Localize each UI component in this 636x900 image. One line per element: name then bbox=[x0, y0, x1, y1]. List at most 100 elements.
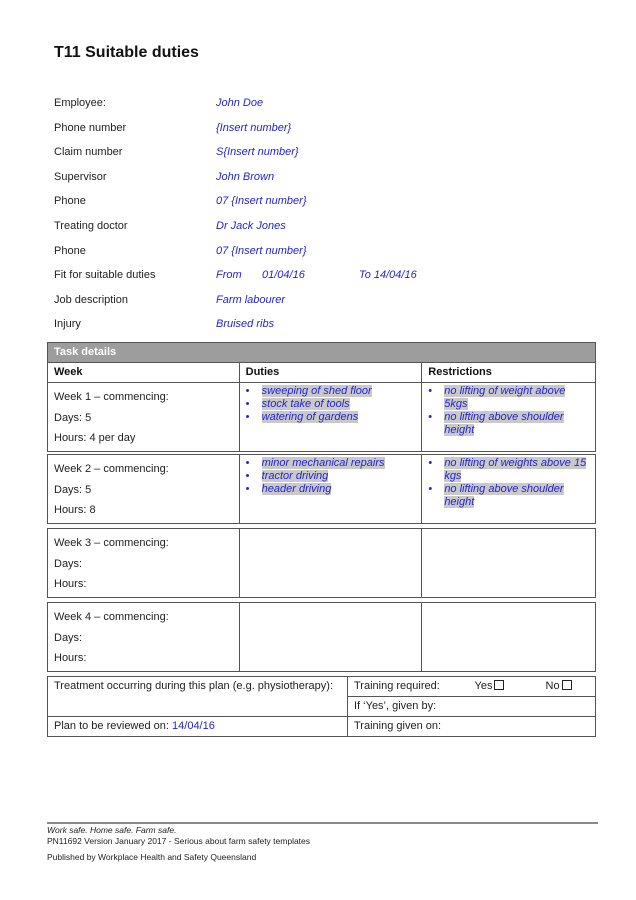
week-4-restrictions[interactable] bbox=[421, 602, 596, 672]
week-hours: Hours: bbox=[54, 578, 87, 590]
restriction-item: no lifting of weight above 5kgs bbox=[426, 385, 591, 411]
duty-item: stock take of tools bbox=[244, 398, 418, 411]
restriction-item-text: no lifting of weight above 5kgs bbox=[444, 385, 566, 410]
injury-label: Injury bbox=[54, 318, 81, 330]
info-fit-for-duties: Fit for suitable duties From 01/04/16 To… bbox=[54, 269, 594, 285]
week-commencing: Week 4 – commencing: bbox=[54, 611, 169, 623]
duty-item: header driving bbox=[244, 483, 418, 496]
fit-for-duties-label: Fit for suitable duties bbox=[54, 269, 156, 281]
info-job-description: Job description Farm labourer bbox=[54, 294, 594, 310]
week-1-cell[interactable]: Week 1 – commencing: Days: 5 Hours: 4 pe… bbox=[47, 382, 240, 452]
restriction-item: no lifting above shoulder height bbox=[426, 411, 591, 437]
duty-item-text: sweeping of shed floor bbox=[261, 385, 372, 397]
week-3-duties[interactable] bbox=[238, 528, 423, 598]
duty-item-text: minor mechanical repairs bbox=[261, 457, 385, 469]
column-header-week: Week bbox=[47, 362, 240, 383]
duty-item-text: header driving bbox=[261, 483, 332, 495]
column-header-row: Week Duties Restrictions bbox=[47, 362, 596, 383]
review-cell[interactable]: Plan to be reviewed on: 14/04/16 bbox=[47, 716, 348, 737]
no-option[interactable]: No bbox=[546, 680, 572, 692]
fit-to-date[interactable]: To 14/04/16 bbox=[359, 269, 417, 281]
restriction-item-text: no lifting of weights above 15 kgs bbox=[444, 457, 587, 482]
page-title: T11 Suitable duties bbox=[54, 44, 199, 61]
given-by-label: If ‘Yes’, given by: bbox=[354, 700, 437, 712]
footer-slogan: Work safe. Home safe. Farm safe. bbox=[47, 825, 177, 835]
yes-option[interactable]: Yes bbox=[475, 680, 505, 692]
info-claim-number: Claim number S{Insert number} bbox=[54, 146, 594, 162]
supervisor-phone-label: Phone bbox=[54, 195, 86, 207]
employee-label: Employee: bbox=[54, 97, 106, 109]
info-supervisor: Supervisor John Brown bbox=[54, 171, 594, 187]
duty-item: minor mechanical repairs bbox=[244, 457, 418, 470]
supervisor-value[interactable]: John Brown bbox=[216, 171, 274, 183]
info-injury: Injury Bruised ribs bbox=[54, 318, 594, 334]
week-2-duties[interactable]: minor mechanical repairstractor drivingh… bbox=[238, 454, 423, 524]
week-row: Week 3 – commencing: Days: Hours: bbox=[47, 528, 596, 598]
training-required-cell: Training required: Yes No bbox=[347, 676, 596, 697]
week-row: Week 1 – commencing: Days: 5 Hours: 4 pe… bbox=[47, 382, 596, 452]
info-doctor-phone: Phone 07 {Insert number} bbox=[54, 245, 594, 261]
supervisor-label: Supervisor bbox=[54, 171, 107, 183]
week-2-table: Week 2 – commencing: Days: 5 Hours: 8 mi… bbox=[47, 454, 596, 524]
week-2-restrictions[interactable]: no lifting of weights above 15 kgsno lif… bbox=[421, 454, 596, 524]
week-2-cell[interactable]: Week 2 – commencing: Days: 5 Hours: 8 bbox=[47, 454, 240, 524]
treatment-cell[interactable]: Treatment occurring during this plan (e.… bbox=[47, 676, 348, 717]
phone-number-value[interactable]: {Insert number} bbox=[216, 122, 291, 134]
yes-checkbox[interactable] bbox=[494, 680, 505, 690]
no-checkbox[interactable] bbox=[561, 680, 572, 690]
duty-item-text: watering of gardens bbox=[261, 411, 359, 423]
claim-number-label: Claim number bbox=[54, 146, 123, 158]
week-commencing: Week 3 – commencing: bbox=[54, 537, 169, 549]
job-description-value[interactable]: Farm labourer bbox=[216, 294, 285, 306]
treating-doctor-value[interactable]: Dr Jack Jones bbox=[216, 220, 286, 232]
injury-value[interactable]: Bruised ribs bbox=[216, 318, 274, 330]
job-description-label: Job description bbox=[54, 294, 128, 306]
week-3-cell[interactable]: Week 3 – commencing: Days: Hours: bbox=[47, 528, 240, 598]
phone-number-label: Phone number bbox=[54, 122, 127, 134]
training-given-on-label: Training given on: bbox=[354, 720, 442, 732]
review-label: Plan to be reviewed on: bbox=[54, 720, 173, 732]
week-days: Days: bbox=[54, 557, 83, 570]
review-date[interactable]: 14/04/16 bbox=[172, 720, 215, 732]
fit-from-label: From bbox=[216, 269, 242, 281]
week-4-cell[interactable]: Week 4 – commencing: Days: Hours: bbox=[47, 602, 240, 672]
restriction-item-list: no lifting of weights above 15 kgsno lif… bbox=[426, 457, 591, 509]
column-header-restrictions: Restrictions bbox=[421, 362, 596, 383]
week-1-duties[interactable]: sweeping of shed floorstock take of tool… bbox=[238, 382, 423, 452]
week-row: Week 2 – commencing: Days: 5 Hours: 8 mi… bbox=[47, 454, 596, 524]
week-hours: Hours: 4 per day bbox=[54, 432, 136, 444]
week-hours: Hours: bbox=[54, 652, 87, 664]
no-label: No bbox=[545, 680, 560, 692]
fit-from-date[interactable]: 01/04/16 bbox=[262, 269, 305, 281]
week-3-restrictions[interactable] bbox=[421, 528, 596, 598]
week-4-table: Week 4 – commencing: Days: Hours: bbox=[47, 602, 596, 672]
week-days: Days: bbox=[54, 631, 83, 644]
info-phone-number: Phone number {Insert number} bbox=[54, 122, 594, 138]
footer-divider bbox=[47, 822, 598, 824]
employee-value[interactable]: John Doe bbox=[216, 97, 263, 109]
training-given-on-cell[interactable]: Training given on: bbox=[347, 716, 596, 737]
supervisor-phone-value[interactable]: 07 {Insert number} bbox=[216, 195, 307, 207]
claim-number-value[interactable]: S{Insert number} bbox=[216, 146, 299, 158]
week-commencing: Week 1 – commencing: bbox=[54, 391, 169, 403]
treating-doctor-label: Treating doctor bbox=[54, 220, 128, 232]
restriction-item: no lifting above shoulder height bbox=[426, 483, 591, 509]
task-details-table: Task details Week Duties Restrictions We… bbox=[47, 342, 596, 452]
duty-item-text: tractor driving bbox=[261, 470, 329, 482]
treatment-label: Treatment occurring during this plan (e.… bbox=[54, 680, 334, 692]
week-days: Days: 5 bbox=[54, 411, 92, 424]
column-header-duties: Duties bbox=[238, 362, 423, 383]
treatment-training-table: Treatment occurring during this plan (e.… bbox=[47, 676, 596, 737]
duty-item: watering of gardens bbox=[244, 411, 418, 424]
doctor-phone-value[interactable]: 07 {Insert number} bbox=[216, 245, 307, 257]
week-hours: Hours: 8 bbox=[54, 504, 96, 516]
week-1-restrictions[interactable]: no lifting of weight above 5kgsno liftin… bbox=[421, 382, 596, 452]
week-4-duties[interactable] bbox=[238, 602, 423, 672]
week-commencing: Week 2 – commencing: bbox=[54, 463, 169, 475]
doctor-phone-label: Phone bbox=[54, 245, 86, 257]
given-by-cell[interactable]: If ‘Yes’, given by: bbox=[347, 696, 596, 717]
training-required-label: Training required: bbox=[354, 680, 440, 692]
week-days: Days: 5 bbox=[54, 483, 92, 496]
task-details-heading: Task details bbox=[47, 342, 596, 363]
restriction-item-text: no lifting above shoulder height bbox=[444, 483, 564, 508]
